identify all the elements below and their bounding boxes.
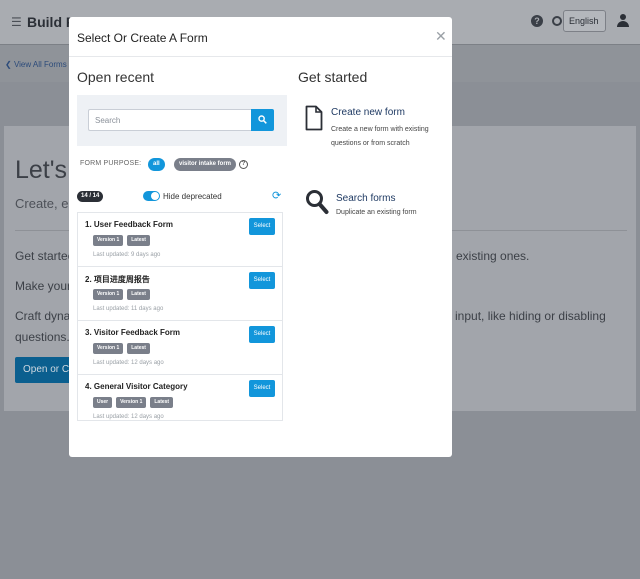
recent-forms-list[interactable]: 1. User Feedback Form Version 1 Latest L… bbox=[77, 212, 283, 421]
search-forms-link[interactable]: Search forms bbox=[336, 193, 395, 204]
form-tags: User Version 1 Latest bbox=[93, 397, 174, 408]
back-link[interactable]: ❮ View All Forms bbox=[5, 60, 67, 69]
form-purpose-label: FORM PURPOSE: bbox=[80, 160, 142, 167]
list-item: 3. Visitor Feedback Form Version 1 Lates… bbox=[78, 321, 282, 375]
open-recent-heading: Open recent bbox=[77, 69, 155, 85]
globe-icon bbox=[552, 16, 562, 26]
search-icon bbox=[258, 115, 267, 124]
hide-deprecated-label: Hide deprecated bbox=[163, 192, 222, 201]
back-link-label: View All Forms bbox=[13, 60, 67, 69]
purpose-filter-visitor-intake[interactable]: visitor intake form bbox=[174, 158, 237, 171]
latest-tag: Latest bbox=[127, 235, 150, 246]
intro-line-1-end: existing ones. bbox=[456, 249, 530, 263]
form-tags: Version 1 Latest bbox=[93, 343, 150, 354]
last-updated: Last updated: 11 days ago bbox=[93, 306, 164, 312]
search-input[interactable] bbox=[88, 109, 251, 131]
intro-line-2: Make your bbox=[15, 279, 72, 293]
close-icon[interactable]: ✕ bbox=[435, 28, 447, 45]
form-tags: Version 1 Latest bbox=[93, 235, 150, 246]
help-icon[interactable]: ? bbox=[531, 15, 543, 27]
document-icon[interactable] bbox=[305, 105, 323, 131]
version-tag: Version 1 bbox=[93, 289, 124, 300]
form-name: 4. General Visitor Category bbox=[85, 382, 188, 391]
select-button[interactable]: Select bbox=[249, 218, 275, 235]
select-button[interactable]: Select bbox=[249, 380, 275, 397]
purpose-filter-all[interactable]: all bbox=[148, 158, 165, 171]
last-updated: Last updated: 9 days ago bbox=[93, 252, 161, 258]
list-item: 1. User Feedback Form Version 1 Latest L… bbox=[78, 213, 282, 267]
modal-header: Select Or Create A Form ✕ bbox=[69, 17, 452, 57]
form-tags: Version 1 Latest bbox=[93, 289, 150, 300]
magnifier-icon[interactable] bbox=[305, 189, 329, 215]
latest-tag: Latest bbox=[150, 397, 174, 408]
select-button[interactable]: Select bbox=[249, 326, 275, 343]
intro-line-4: questions. bbox=[15, 330, 70, 344]
form-name: 2. 项目进度周报告 bbox=[85, 275, 150, 284]
last-updated: Last updated: 12 days ago bbox=[93, 360, 164, 366]
language-select[interactable]: English bbox=[563, 10, 606, 32]
create-new-form-link[interactable]: Create new form bbox=[331, 107, 405, 118]
version-tag: Version 1 bbox=[93, 235, 124, 246]
intro-line-1: Get startec bbox=[15, 249, 74, 263]
user-tag: User bbox=[93, 397, 113, 408]
open-or-create-button[interactable]: Open or Cr bbox=[15, 357, 75, 383]
form-count-badge: 14 / 14 bbox=[77, 191, 104, 202]
latest-tag: Latest bbox=[127, 343, 150, 354]
create-new-form-description: Create a new form with existing question… bbox=[331, 126, 429, 147]
select-form-modal: Select Or Create A Form ✕ Open recent FO… bbox=[69, 17, 452, 457]
version-tag: Version 1 bbox=[93, 343, 124, 354]
list-item: 4. General Visitor Category User Version… bbox=[78, 375, 282, 420]
intro-line-3: Craft dyna bbox=[15, 309, 71, 323]
menu-icon[interactable]: ☰ bbox=[11, 15, 22, 29]
question-icon[interactable]: ? bbox=[239, 160, 248, 169]
hero-subtitle: Create, ec bbox=[15, 196, 75, 211]
refresh-icon[interactable]: ⟳ bbox=[272, 191, 281, 202]
version-tag: Version 1 bbox=[116, 397, 147, 408]
search-panel bbox=[77, 95, 287, 146]
list-item: 2. 项目进度周报告 Version 1 Latest Last updated… bbox=[78, 267, 282, 321]
intro-line-3-end: input, like hiding or disabling bbox=[455, 309, 606, 323]
select-button[interactable]: Select bbox=[249, 272, 275, 289]
form-name: 3. Visitor Feedback Form bbox=[85, 328, 180, 337]
user-icon[interactable] bbox=[617, 14, 629, 28]
search-button[interactable] bbox=[251, 109, 274, 131]
latest-tag: Latest bbox=[127, 289, 150, 300]
modal-title: Select Or Create A Form bbox=[77, 31, 208, 45]
get-started-heading: Get started bbox=[298, 69, 368, 85]
last-updated: Last updated: 12 days ago bbox=[93, 414, 164, 420]
search-forms-description: Duplicate an existing form bbox=[336, 209, 417, 216]
hide-deprecated-toggle[interactable] bbox=[143, 191, 160, 201]
form-name: 1. User Feedback Form bbox=[85, 220, 174, 229]
